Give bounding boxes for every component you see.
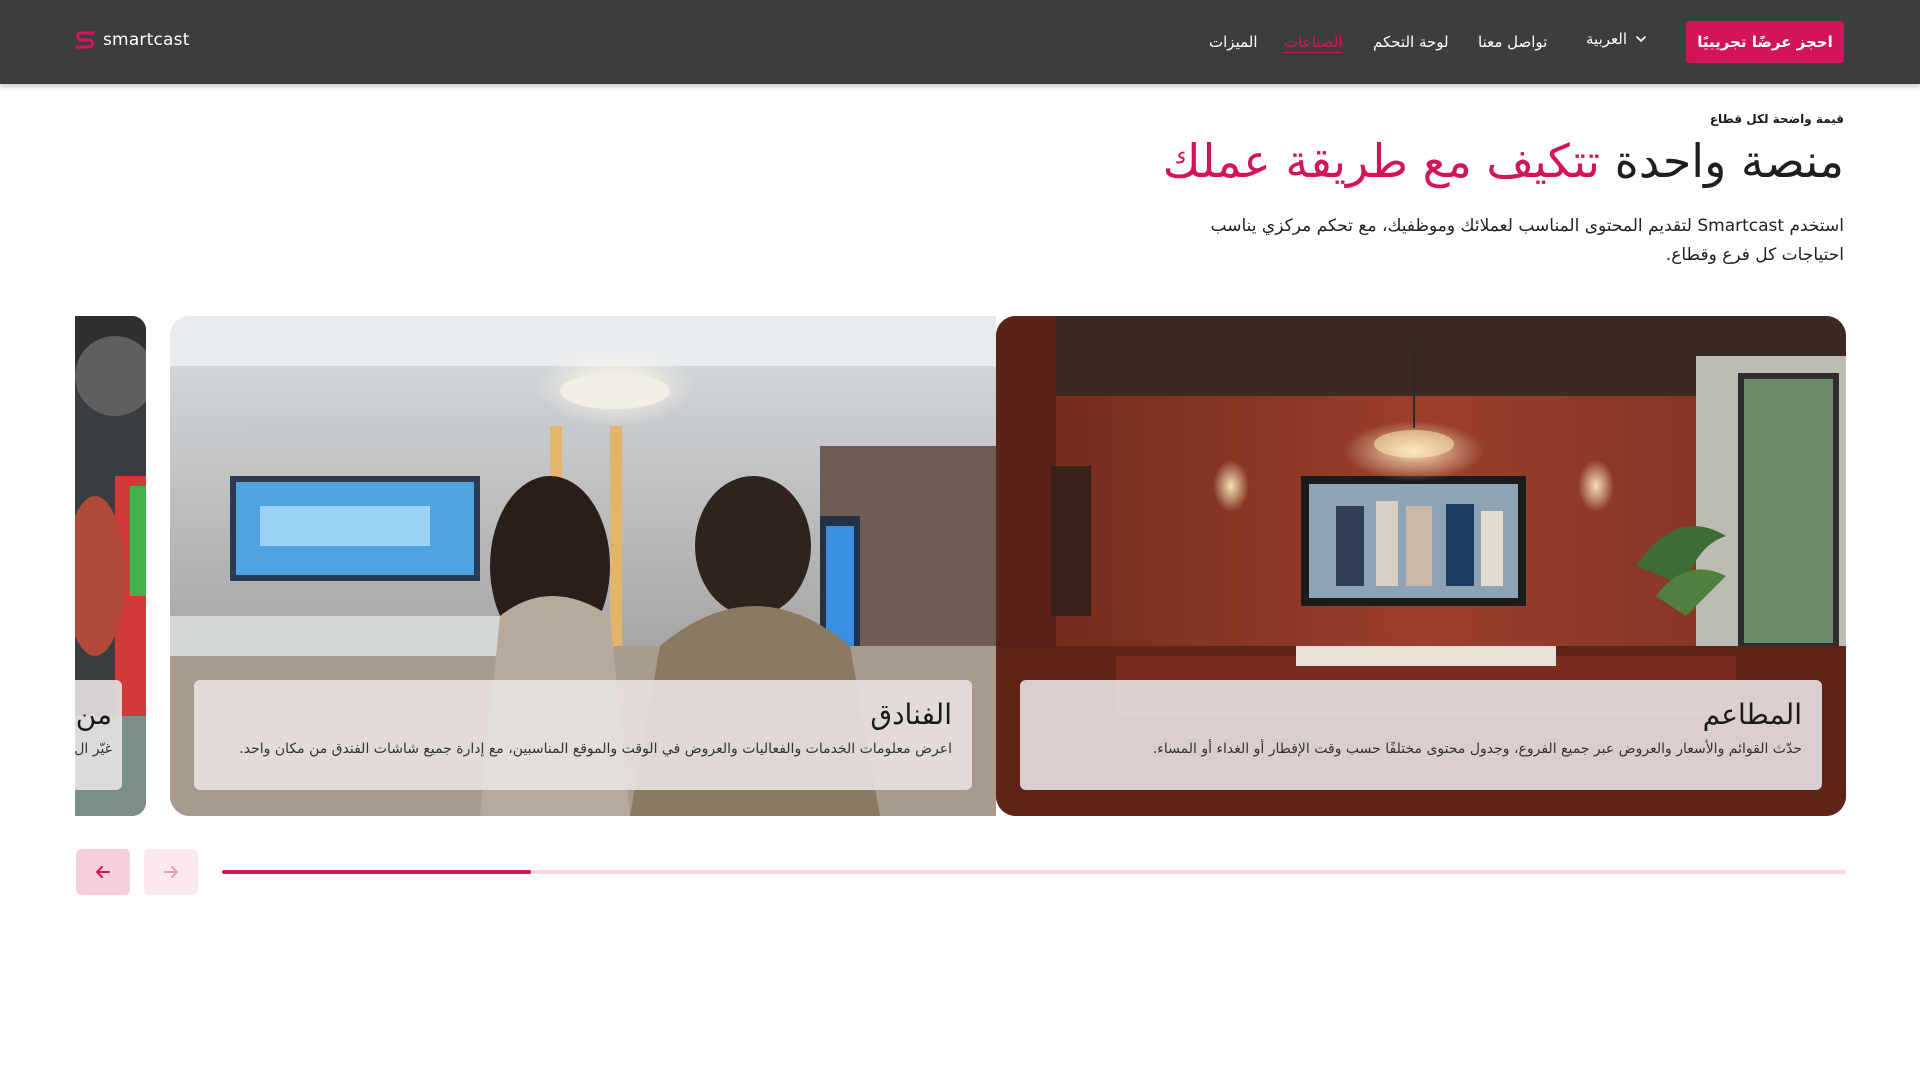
- brand-name: smartcast: [103, 30, 190, 50]
- card-title: الفنادق: [870, 698, 952, 731]
- card-description: حدّث القوائم والأسعار والعروض عبر جميع ا…: [1152, 741, 1802, 757]
- book-demo-button[interactable]: احجز عرضًا تجريبيًا: [1686, 21, 1844, 63]
- card-caption: من غيّر ال: [75, 680, 122, 790]
- card-caption: الفنادق اعرض معلومات الخدمات والفعاليات …: [194, 680, 972, 790]
- card-description: اعرض معلومات الخدمات والفعاليات والعروض …: [239, 741, 952, 757]
- nav-item-industries[interactable]: الصناعات: [1284, 0, 1342, 84]
- top-navigation-bar: smartcast الميزات الصناعات لوحة التحكم ت…: [0, 0, 1920, 84]
- nav-item-contact[interactable]: تواصل معنا: [1478, 0, 1547, 84]
- carousel-prev-button[interactable]: [76, 849, 130, 895]
- arrow-left-icon: [96, 866, 110, 878]
- section-eyebrow: قيمة واضحة لكل قطاع: [1709, 112, 1844, 126]
- card-title: المطاعم: [1702, 698, 1802, 731]
- language-label: العربية: [1586, 30, 1627, 48]
- arrow-right-icon: [164, 866, 178, 878]
- chevron-down-icon: [1636, 36, 1646, 42]
- nav-item-dashboard[interactable]: لوحة التحكم: [1373, 0, 1449, 84]
- card-caption: المطاعم حدّث القوائم والأسعار والعروض عب…: [1020, 680, 1822, 790]
- carousel-progress-fill: [222, 870, 531, 874]
- carousel-next-button[interactable]: [144, 849, 198, 895]
- carousel-progress-track: [222, 870, 1846, 874]
- industry-card-hotels[interactable]: الفنادق اعرض معلومات الخدمات والفعاليات …: [170, 316, 996, 816]
- headline-plain: منصة واحدة: [1614, 134, 1844, 188]
- card-description: غيّر ال: [75, 741, 112, 757]
- brand-logo[interactable]: smartcast: [74, 28, 190, 52]
- industry-card-restaurants[interactable]: المطاعم حدّث القوائم والأسعار والعروض عب…: [996, 316, 1846, 816]
- headline-accent: تتكيف مع طريقة عملك: [1162, 134, 1600, 188]
- hero-description: استخدم Smartcast لتقديم المحتوى المناسب …: [1210, 216, 1844, 265]
- page-headline: منصة واحدة تتكيف مع طريقة عملك: [1163, 134, 1844, 188]
- smartcast-logo-icon: [75, 31, 95, 49]
- industry-card-partial[interactable]: من غيّر ال: [75, 316, 146, 816]
- nav-item-features[interactable]: الميزات: [1209, 0, 1258, 84]
- language-selector[interactable]: العربية: [1586, 30, 1647, 48]
- card-title: من: [75, 698, 112, 731]
